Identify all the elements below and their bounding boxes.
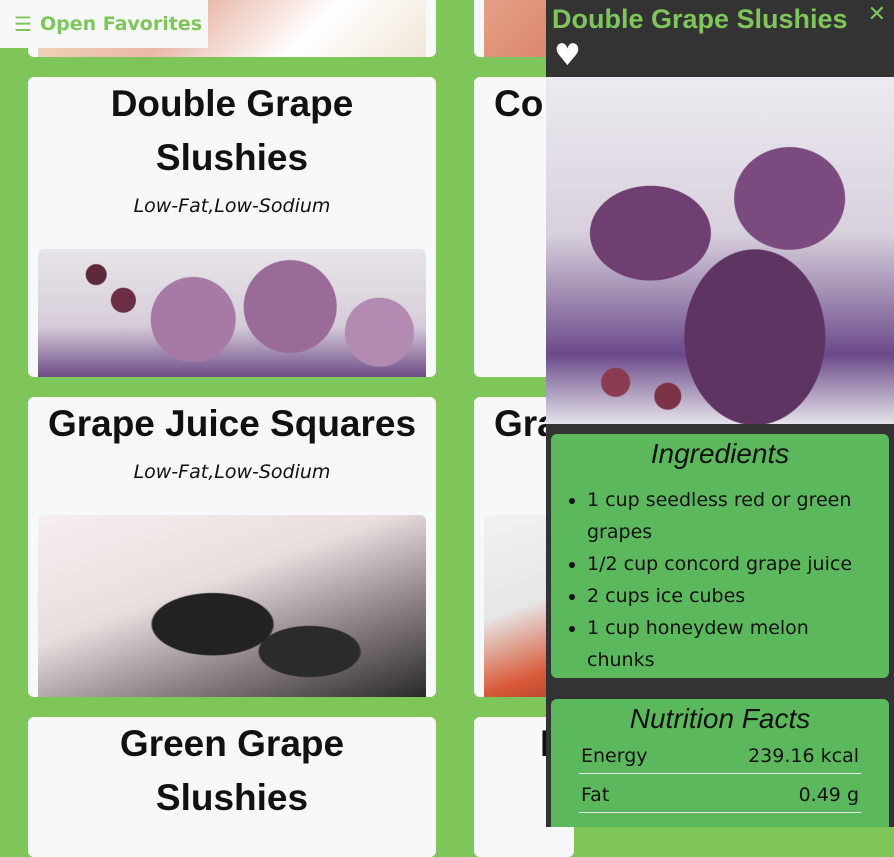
ingredient-item: 2 cups ice cubes xyxy=(587,580,879,612)
recipe-card-grape-juice-squares[interactable]: Grape Juice Squares Low-Fat,Low-Sodium xyxy=(28,397,436,697)
nutrition-section: Nutrition Facts Energy 239.16 kcal Fat 0… xyxy=(551,699,889,827)
recipe-title: Double Grape Slushies xyxy=(110,83,354,178)
recipe-image xyxy=(38,249,426,377)
heart-icon[interactable]: ♥ xyxy=(554,40,581,72)
nutrition-label: Energy xyxy=(581,745,648,767)
detail-title: Double Grape Slushies xyxy=(552,4,848,34)
nutrition-value: 239.16 kcal xyxy=(748,745,859,767)
recipe-card-green-grape-slushies[interactable]: Green Grape Slushies xyxy=(28,717,436,857)
recipe-image xyxy=(38,515,426,697)
open-favorites-button[interactable]: ☰ Open Favorites xyxy=(0,0,208,48)
recipe-tags: Low-Fat,Low-Sodium xyxy=(133,195,331,217)
ingredients-list: 1 cup seedless red or green grapes 1/2 c… xyxy=(551,484,889,676)
nutrition-row: Fat 0.49 g xyxy=(579,774,861,813)
recipe-tags: Low-Fat,Low-Sodium xyxy=(133,461,331,483)
recipe-detail-panel: Double Grape Slushies ✕ ♥ Ingredients 1 … xyxy=(546,0,894,827)
recipe-title: Green Grape Slushies xyxy=(119,723,345,818)
open-favorites-label: Open Favorites xyxy=(39,13,203,35)
recipe-card-double-grape-slushies[interactable]: Double Grape Slushies Low-Fat,Low-Sodium xyxy=(28,77,436,377)
ingredient-item: 1 cup honeydew melon chunks xyxy=(587,612,879,676)
close-icon[interactable]: ✕ xyxy=(868,2,886,27)
nutrition-heading: Nutrition Facts xyxy=(629,703,811,734)
nutrition-value: 0.49 g xyxy=(798,784,859,806)
recipe-detail-image xyxy=(546,77,894,424)
ingredients-heading: Ingredients xyxy=(650,438,790,469)
hamburger-menu-icon: ☰ xyxy=(14,12,32,36)
nutrition-row: Energy 239.16 kcal xyxy=(579,735,861,774)
recipe-title: Grape Juice Squares xyxy=(47,403,417,444)
ingredient-item: 1/2 cup concord grape juice xyxy=(587,548,879,580)
ingredients-section: Ingredients 1 cup seedless red or green … xyxy=(551,434,889,678)
nutrition-label: Fat xyxy=(581,784,610,806)
ingredient-item: 1 cup seedless red or green grapes xyxy=(587,484,879,548)
